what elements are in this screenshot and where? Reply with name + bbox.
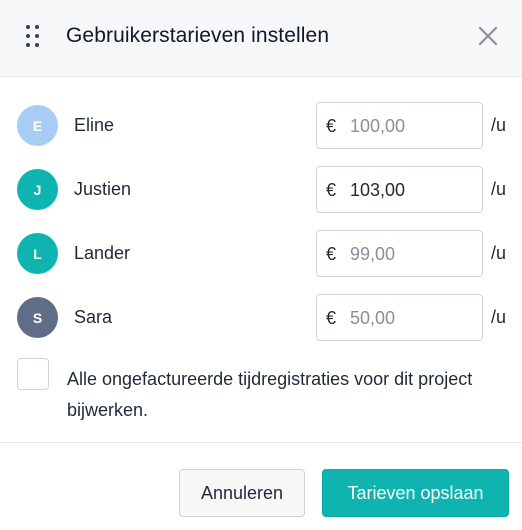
- rate-unit: /u: [491, 243, 507, 263]
- avatar: E: [17, 105, 58, 146]
- user-name: Justien: [74, 179, 132, 199]
- user-name: Lander: [74, 243, 131, 263]
- rate-input[interactable]: [350, 174, 476, 206]
- update-unbilled-checkbox[interactable]: [17, 358, 49, 390]
- rate-input[interactable]: [350, 238, 476, 270]
- user-rate-row-lander: L Lander € /u: [0, 226, 522, 282]
- rate-field: €: [316, 230, 483, 277]
- drag-handle-icon[interactable]: [25, 25, 41, 49]
- footer-divider: [0, 442, 522, 443]
- currency-symbol: €: [326, 180, 337, 200]
- rate-unit: /u: [491, 307, 507, 327]
- rate-field: €: [316, 294, 483, 341]
- user-rate-row-eline: E Eline € /u: [0, 98, 522, 154]
- rate-unit: /u: [491, 179, 507, 199]
- rate-field: €: [316, 102, 483, 149]
- dialog-title: Gebruikerstarieven instellen: [66, 24, 330, 47]
- user-name: Sara: [74, 307, 113, 327]
- cancel-button[interactable]: Annuleren: [179, 469, 305, 517]
- currency-symbol: €: [326, 308, 337, 328]
- rate-input[interactable]: [350, 110, 476, 142]
- update-unbilled-label: Alle ongefactureerde tijdregistraties vo…: [67, 369, 473, 420]
- set-user-rates-dialog: Gebruikerstarieven instellen E Eline € /…: [0, 0, 522, 530]
- user-rate-row-justien: J Justien € /u: [0, 162, 522, 218]
- avatar: L: [17, 233, 58, 274]
- currency-symbol: €: [326, 244, 337, 264]
- user-name: Eline: [74, 115, 115, 135]
- rate-field: €: [316, 166, 483, 213]
- dialog-header: Gebruikerstarieven instellen: [0, 0, 522, 77]
- rate-input[interactable]: [350, 302, 476, 334]
- user-rate-row-sara: S Sara € /u: [0, 290, 522, 346]
- avatar: J: [17, 169, 58, 210]
- currency-symbol: €: [326, 116, 337, 136]
- close-icon[interactable]: [474, 22, 502, 50]
- save-rates-button[interactable]: Tarieven opslaan: [322, 469, 509, 517]
- rate-unit: /u: [491, 115, 507, 135]
- avatar: S: [17, 297, 58, 338]
